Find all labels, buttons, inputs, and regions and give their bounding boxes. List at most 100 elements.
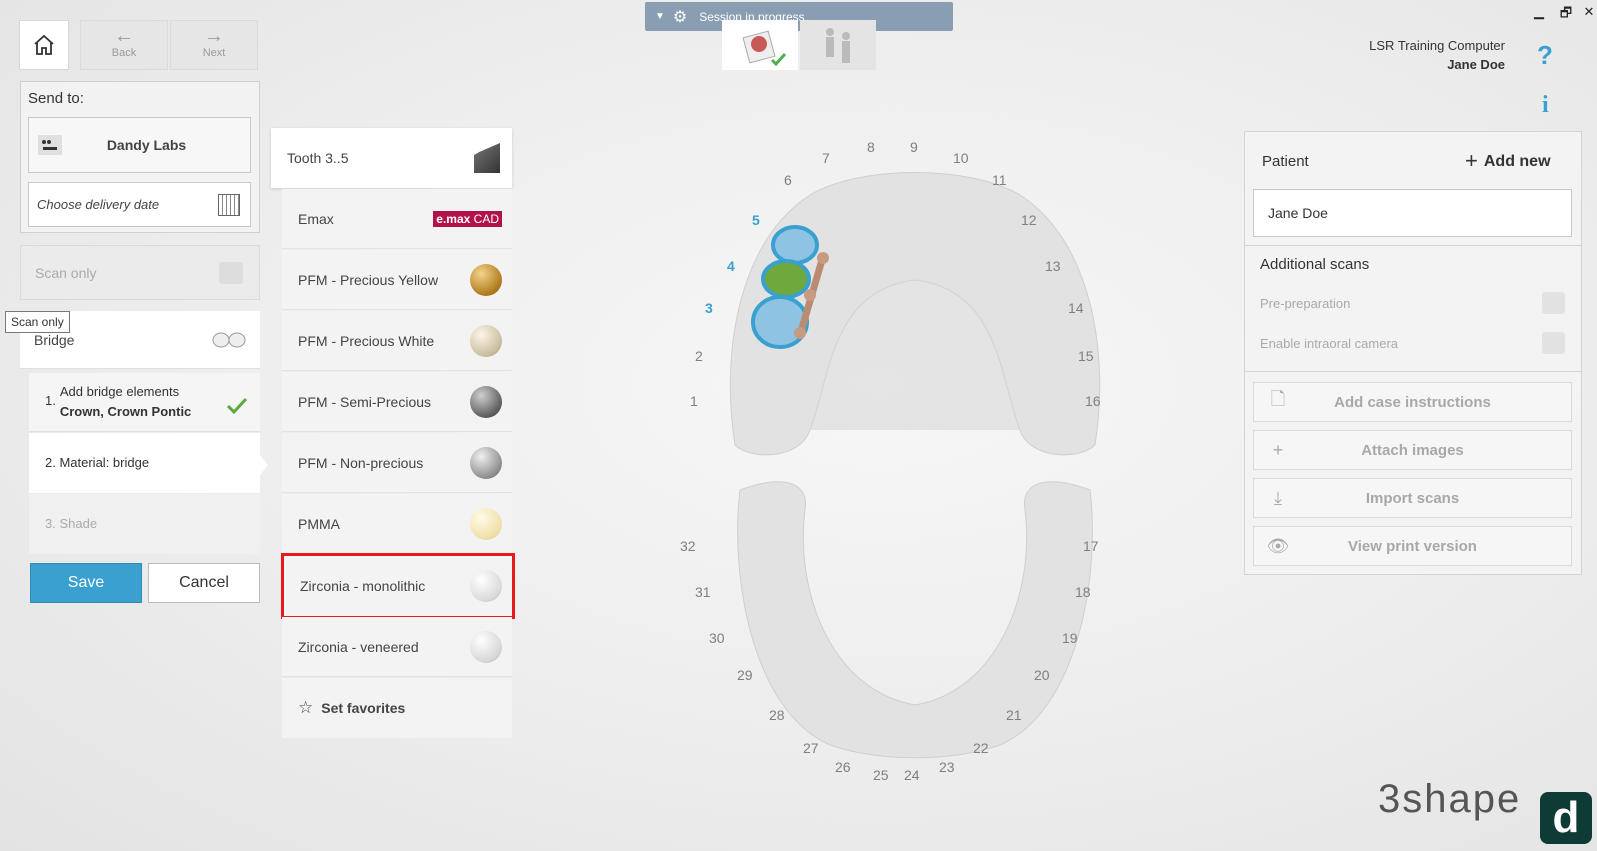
intraoral-camera-checkbox[interactable]	[1542, 332, 1565, 354]
tooth-number[interactable]: 21	[1006, 707, 1022, 723]
eye-icon: 👁	[1266, 535, 1290, 556]
tooth-number[interactable]: 17	[1083, 538, 1099, 554]
attach-images-button[interactable]: + Attach images	[1253, 430, 1572, 470]
tooth-number[interactable]: 7	[822, 150, 830, 166]
delivery-date-field[interactable]: Choose delivery date	[28, 182, 251, 227]
next-button[interactable]: → Next	[170, 20, 258, 70]
bridge-icon	[212, 332, 246, 347]
divider	[1244, 371, 1582, 372]
material-pfm-non-precious[interactable]: PFM - Non-precious	[282, 433, 512, 493]
tooth-number[interactable]: 5	[752, 212, 760, 228]
tooth-number[interactable]: 16	[1085, 393, 1101, 409]
session-banner[interactable]: ▼ ⚙ Session in progress	[645, 2, 953, 31]
scan-only-checkbox[interactable]	[219, 261, 243, 284]
tooth-number[interactable]: 19	[1062, 630, 1078, 646]
material-swatch-icon	[470, 324, 502, 357]
import-scans-button[interactable]: ⤓ Import scans	[1253, 478, 1572, 518]
pre-preparation-checkbox[interactable]	[1542, 292, 1565, 314]
tooth-number[interactable]: 20	[1034, 667, 1050, 683]
set-favorites-button[interactable]: ☆ Set favorites	[282, 678, 512, 738]
active-step-pointer	[260, 455, 268, 475]
tooth-number[interactable]: 10	[953, 150, 969, 166]
tooth-number[interactable]: 26	[835, 759, 851, 775]
material-label: Emax	[298, 210, 334, 227]
delivery-date-placeholder: Choose delivery date	[37, 197, 160, 212]
tab-scan[interactable]	[800, 20, 876, 70]
material-swatch-icon	[470, 630, 502, 663]
scan-only-row[interactable]: Scan only	[20, 245, 260, 300]
dental-chart[interactable]	[700, 150, 1130, 770]
maximize-button[interactable]: 🗗	[1555, 4, 1577, 26]
tooth-number[interactable]: 22	[973, 740, 989, 756]
back-button[interactable]: ← Back	[80, 20, 168, 70]
tooth-number[interactable]: 11	[992, 172, 1007, 188]
material-pfm-precious-yellow[interactable]: PFM - Precious Yellow	[282, 250, 512, 310]
calendar-icon[interactable]	[218, 193, 240, 216]
dandy-badge[interactable]: d	[1540, 792, 1592, 844]
arrow-right-icon: →	[204, 25, 224, 47]
save-button[interactable]: Save	[30, 563, 142, 603]
tooth-number[interactable]: 23	[939, 759, 955, 775]
patient-label: Patient	[1262, 153, 1309, 170]
tooth-number[interactable]: 1	[690, 393, 698, 409]
next-label: Next	[202, 47, 226, 59]
tooth-number[interactable]: 27	[803, 740, 819, 756]
material-pfm-precious-white[interactable]: PFM - Precious White	[282, 311, 512, 371]
add-new-button[interactable]: + Add new	[1465, 148, 1551, 174]
tooth-number[interactable]: 28	[769, 707, 785, 723]
step-material-bridge[interactable]: 2. Material: bridge	[29, 433, 268, 493]
step-label: Add bridge elements	[59, 384, 180, 399]
document-icon: 🗋	[1270, 389, 1286, 409]
material-pfm-semi-precious[interactable]: PFM - Semi-Precious	[282, 372, 512, 432]
view-print-version-button[interactable]: 👁 View print version	[1253, 526, 1572, 566]
tooth-number[interactable]: 25	[873, 767, 889, 783]
material-pmma[interactable]: PMMA	[282, 494, 512, 554]
step-add-bridge-elements[interactable]: 1. Add bridge elements Crown, Crown Pont…	[29, 373, 260, 432]
computer-name: LSR Training Computer	[1369, 38, 1505, 53]
close-button[interactable]: ✕	[1578, 4, 1597, 20]
tooth-number[interactable]: 12	[1021, 212, 1037, 228]
material-label: Zirconia - monolithic	[300, 578, 426, 594]
patient-name-field[interactable]: Jane Doe	[1253, 189, 1572, 237]
tooth-number[interactable]: 24	[904, 767, 920, 783]
cancel-button[interactable]: Cancel	[148, 563, 260, 603]
set-favorites-label: Set favorites	[321, 700, 406, 716]
help-icon[interactable]: ?	[1537, 40, 1553, 71]
material-label: Zirconia - veneered	[298, 638, 419, 655]
button-label: Attach images	[1361, 441, 1464, 459]
tooth-number[interactable]: 14	[1068, 300, 1084, 316]
tab-order-form[interactable]	[722, 20, 798, 70]
material-emax[interactable]: Emax e.max CAD	[282, 189, 512, 249]
tooth-number[interactable]: 9	[910, 139, 918, 155]
tooth-number[interactable]: 4	[727, 258, 735, 274]
add-case-instructions-button[interactable]: 🗋 Add case instructions	[1253, 382, 1572, 422]
lower-arch[interactable]	[737, 481, 1093, 759]
tooth-shape-icon	[474, 143, 500, 173]
chevron-down-icon: ▼	[655, 11, 665, 22]
session-icon: ⚙	[672, 8, 688, 26]
tooth-number[interactable]: 3	[705, 300, 713, 316]
info-icon[interactable]: i	[1542, 92, 1549, 119]
send-to-label: Send to:	[28, 90, 84, 107]
scan-only-label: Scan only	[35, 264, 97, 281]
tooth-number[interactable]: 15	[1078, 348, 1094, 364]
material-zirconia-veneered[interactable]: Zirconia - veneered	[282, 617, 512, 677]
tooth-number[interactable]: 32	[680, 538, 696, 554]
material-zirconia-monolithic[interactable]: Zirconia - monolithic	[281, 553, 515, 619]
minimize-button[interactable]: ▁	[1528, 4, 1550, 20]
tooth-number[interactable]: 2	[695, 348, 703, 364]
tooth-number[interactable]: 6	[784, 172, 792, 188]
tooth-number[interactable]: 30	[709, 630, 725, 646]
lab-selector[interactable]: Dandy Labs	[28, 117, 251, 173]
back-label: Back	[111, 47, 137, 59]
user-name: Jane Doe	[1447, 57, 1505, 72]
tooth-number[interactable]: 13	[1045, 258, 1061, 274]
lab-icon	[38, 135, 62, 155]
tooth-number[interactable]: 31	[695, 584, 711, 600]
plus-icon: +	[1465, 148, 1478, 173]
step-shade[interactable]: 3. Shade	[29, 494, 260, 554]
tooth-number[interactable]: 8	[867, 139, 875, 155]
tooth-number[interactable]: 18	[1075, 584, 1091, 600]
tooth-number[interactable]: 29	[737, 667, 753, 683]
home-button[interactable]	[19, 20, 69, 70]
